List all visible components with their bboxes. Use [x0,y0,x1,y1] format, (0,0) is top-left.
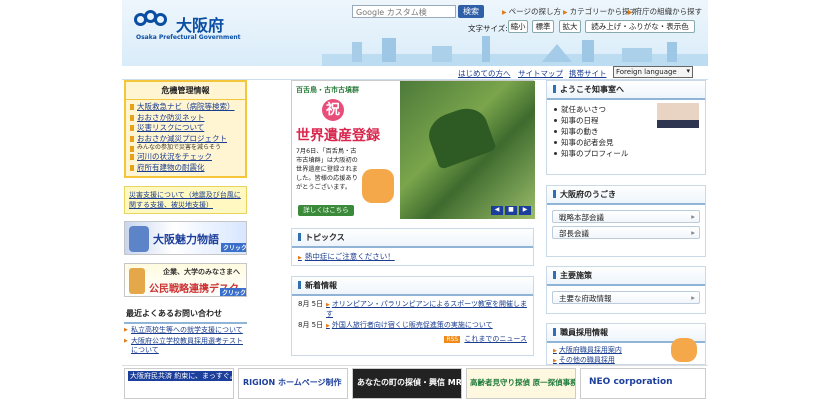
news-text[interactable]: 外国人旅行者向け宿くじ販売促進策の実施について [326,321,493,331]
search-input[interactable]: Google カスタム検 [352,5,456,18]
news-title: 新着情報 [292,277,533,296]
logo-text: 大阪府 [176,16,225,35]
crisis-link-river[interactable]: 河川の状況をチェック [130,152,241,163]
news-date: 8月 5日 [298,321,324,329]
ad-kyosai[interactable]: 大阪府民共済 約束に、まっすぐ。地域相談会開催中！ [124,368,234,399]
link-category[interactable]: カテゴリーから探す [563,6,638,17]
news-item[interactable]: 8月 5日 オリンピアン・パラリンピアンによるスポーツ教室を開催します [292,299,533,320]
logo-mark-icon [134,10,174,30]
disaster-support-link[interactable]: 災害支援について（地震及び台風に関する支援、被災地支援） [124,186,247,214]
size-large-button[interactable]: 拡大 [559,20,581,33]
topics-item[interactable]: 熱中症にご注意ください！ [292,248,533,265]
ad-rigion[interactable]: RIGION ホームページ制作 [238,368,348,399]
feature-headline: 世界遺産登録 [296,128,380,144]
ad-text: RIGION ホームページ制作 [243,378,342,387]
faq-item[interactable]: 私立高校生等への就学支援について [124,326,247,335]
news-section: 新着情報 8月 5日 オリンピアン・パラリンピアンによるスポーツ教室を開催します… [291,276,534,356]
partnership-desk-banner[interactable]: 企業、大学のみなさまへ 公民戦略連携デスク クリック [124,263,247,297]
language-select[interactable]: Foreign language [613,66,693,78]
banner-mascot-icon [129,268,145,294]
crisis-link-risk[interactable]: 災害リスクについて [130,123,241,134]
ad-text: 高齢者見守り探偵 原一探偵事務所 [470,378,576,387]
news-archive-link[interactable]: これまでのニュース [464,335,527,343]
governor-title: ようこそ知事室へ [547,81,705,100]
sub-navigation: はじめての方へ サイトマップ 携帯サイト Foreign language [122,66,708,80]
faq-item[interactable]: 大阪府公立学校教員採用選考テストについて [124,337,247,355]
crisis-note: みんなの参加で災害を減らそう [130,144,241,152]
osaka-charm-banner[interactable]: 大阪魅力物語 クリック [124,221,247,255]
site-header: 大阪府 Osaka Prefectural Government Google … [122,0,708,66]
crisis-link-gensai[interactable]: おおさか減災プロジェクト [130,134,241,145]
policy-title: 主要施策 [547,267,705,286]
movement-section: 大阪府のうごき 戦略本部会議 部長会議 [546,185,706,257]
news-footer: RSS これまでのニュース [292,332,533,346]
search-button[interactable]: 検索 [458,5,484,18]
link-sitemap[interactable]: サイトマップ [518,68,563,79]
banner-figure-icon [129,226,149,252]
kofun-aerial-photo: ◀ ■ ▶ [400,81,535,219]
world-heritage-feature[interactable]: 百舌鳥・古市古墳群 祝 世界遺産登録 7月6日、「百舌鳥・古市古墳群」は大阪初の… [291,80,535,219]
faq-title: 最近よくあるお問い合わせ [124,305,247,324]
banner-subtitle: 企業、大学のみなさまへ [163,268,240,276]
feature-celebrate: 祝 [322,99,344,121]
page-wrapper: 大阪府 Osaka Prefectural Government Google … [122,0,708,400]
kofun-shape [423,102,497,170]
ad-text: 大阪府民共済 約束に、まっすぐ。地域相談会開催中！ [128,371,232,381]
ad-haraichi[interactable]: 高齢者見守り探偵 原一探偵事務所 [466,368,576,399]
site-logo[interactable]: 大阪府 Osaka Prefectural Government [134,10,244,50]
crisis-info-box: 危機管理情報 大阪救急ナビ（病院等検索） おおさか防災ネット 災害リスクについて… [124,80,247,178]
governor-section: ようこそ知事室へ 就任あいさつ 知事の日程 知事の動き 知事の記者会見 知事のプ… [546,80,706,175]
next-icon[interactable]: ▶ [519,206,531,215]
mascot-icon [671,338,697,362]
logo-english: Osaka Prefectural Government [136,34,241,41]
reading-assist-button[interactable]: 読み上げ・ふりがな・表示色 [585,20,695,33]
prev-icon[interactable]: ◀ [491,206,503,215]
link-organization[interactable]: 府庁の組織から探す [628,6,703,17]
feature-body: 7月6日、「百舌鳥・古市古墳群」は大阪初の世界遺産に登録されました。皆様の応援あ… [296,148,358,191]
topics-section: トピックス 熱中症にご注意ください！ [291,228,534,266]
pause-icon[interactable]: ■ [505,206,517,215]
feature-brand: 百舌鳥・古市古墳群 [296,86,359,94]
slideshow-controls: ◀ ■ ▶ [491,206,531,215]
crisis-link-emergency[interactable]: 大阪救急ナビ（病院等検索） [130,102,241,113]
ad-text: あなたの町の探偵・興信 MR [357,378,462,387]
ad-banner-row: 大阪府民共済 約束に、まっすぐ。地域相談会開催中！ RIGION ホームページ制… [122,365,708,400]
movement-title: 大阪府のうごき [547,186,705,205]
faq-section: 最近よくあるお問い合わせ 私立高校生等への就学支援について 大阪府公立学校教員採… [124,305,247,365]
recruit-section: 職員採用情報 大阪府職員採用案内 その他の職員採用 [546,323,706,365]
feature-more-button[interactable]: 詳しくはこちら [298,205,354,216]
news-text[interactable]: オリンピアン・パラリンピアンによるスポーツ教室を開催します [326,300,527,319]
feature-text-panel: 百舌鳥・古市古墳群 祝 世界遺産登録 7月6日、「百舌鳥・古市古墳群」は大阪初の… [292,81,400,219]
crisis-title: 危機管理情報 [126,82,245,100]
crisis-link-seismic[interactable]: 府所有建物の耐震化 [130,163,241,174]
size-normal-button[interactable]: 標準 [532,20,554,33]
strategy-meeting-link[interactable]: 戦略本部会議 [552,210,700,223]
link-first-time[interactable]: はじめての方へ [458,68,511,79]
ad-neo[interactable]: NEO corporation [580,368,706,399]
banner-title: 大阪魅力物語 [153,233,219,246]
skyline-illustration [322,36,708,66]
policy-link[interactable]: 主要な府政情報 [552,291,700,304]
size-small-button[interactable]: 縮小 [508,20,528,33]
policy-section: 主要施策 主要な府政情報 [546,266,706,314]
link-page-search[interactable]: ページの探し方 [502,6,561,17]
ad-mr[interactable]: あなたの町の探偵・興信 MR [352,368,462,399]
link-mobile[interactable]: 携帯サイト [569,68,607,79]
mascot-icon [362,169,394,203]
page-background [0,0,122,400]
director-meeting-link[interactable]: 部長会議 [552,226,700,239]
ad-text: NEO corporation [589,377,673,387]
news-date: 8月 5日 [298,300,324,308]
crisis-link-bousai[interactable]: おおさか防災ネット [130,113,241,124]
fontsize-label: 文字サイズ: [468,24,508,33]
governor-photo [657,103,699,159]
banner-click: クリック [221,243,246,252]
rss-icon[interactable]: RSS [444,336,461,343]
topics-title: トピックス [292,229,533,248]
news-item[interactable]: 8月 5日 外国人旅行者向け宿くじ販売促進策の実施について [292,320,533,332]
banner-click: クリック [220,288,247,297]
